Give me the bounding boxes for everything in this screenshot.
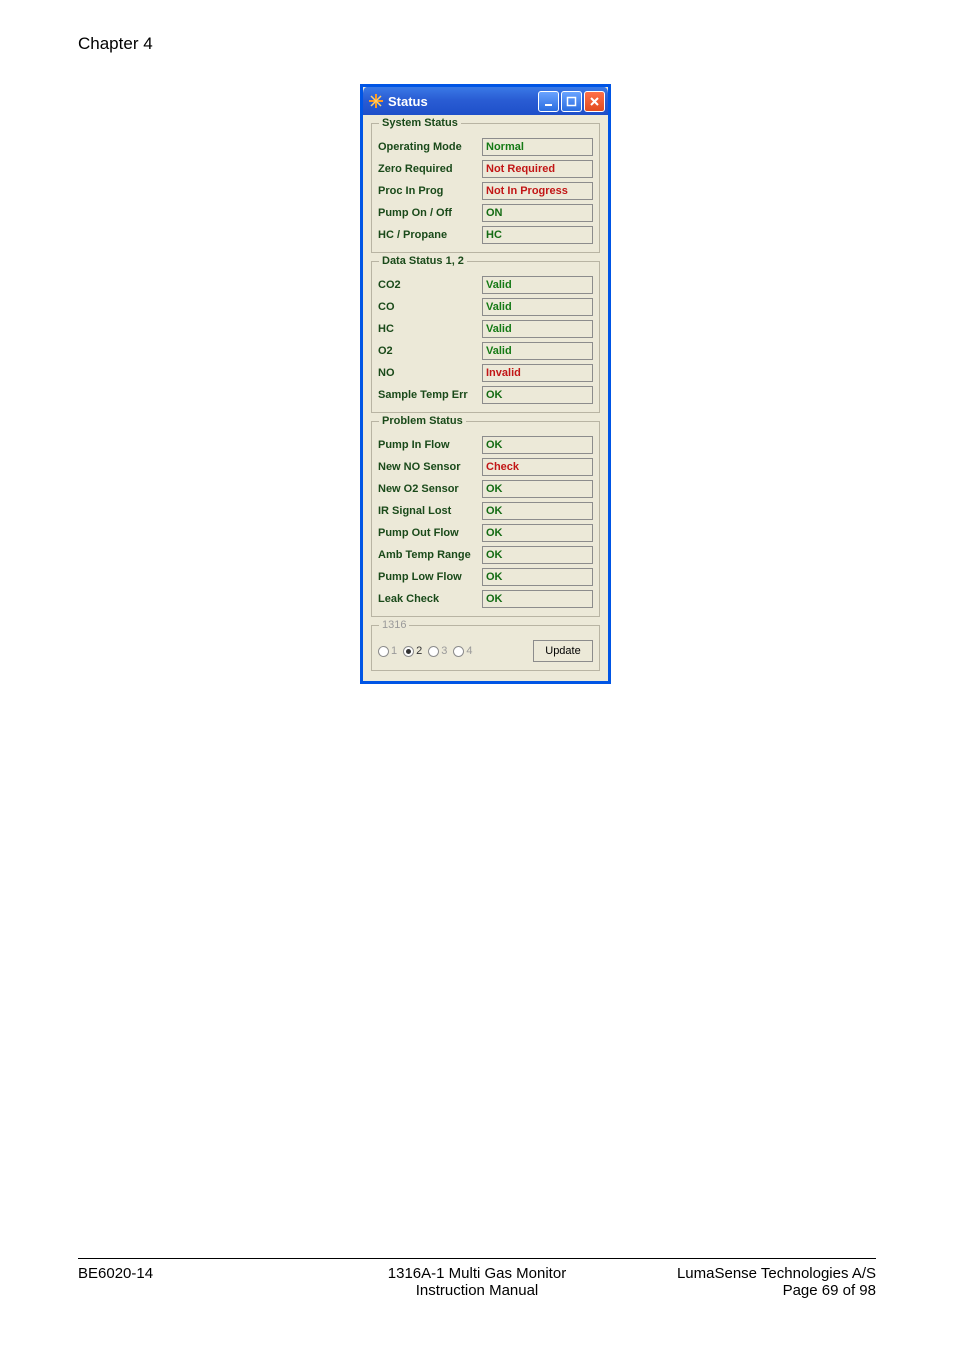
footer-rule — [78, 1258, 876, 1259]
status-value: Valid — [482, 276, 593, 294]
radio-option[interactable]: 4 — [453, 645, 472, 657]
status-window: Status System Status O — [360, 84, 611, 684]
problem-status-group: Problem Status Pump In FlowOKNew NO Sens… — [371, 421, 600, 617]
selector-group: 1316 1234Update — [371, 625, 600, 671]
status-row: Operating Mode Normal — [378, 136, 593, 158]
status-label: Leak Check — [378, 593, 478, 605]
radio-label: 2 — [416, 645, 422, 657]
status-label: New O2 Sensor — [378, 483, 478, 495]
status-label: Operating Mode — [378, 141, 478, 153]
footer-right-line2: Page 69 of 98 — [783, 1282, 876, 1299]
status-value: OK — [482, 568, 593, 586]
status-row: O2 Valid — [378, 340, 593, 362]
window-title: Status — [388, 94, 428, 109]
status-value: HC — [482, 226, 593, 244]
status-row: HC / Propane HC — [378, 224, 593, 246]
status-value: OK — [482, 436, 593, 454]
status-label: IR Signal Lost — [378, 505, 478, 517]
maximize-button[interactable] — [561, 91, 582, 112]
radio-option[interactable]: 2 — [403, 645, 422, 657]
status-row: IR Signal Lost OK — [378, 500, 593, 522]
document-page: Chapter 4 Status — [0, 0, 954, 1350]
window-client: System Status Operating Mode Normal Zero R… — [363, 115, 608, 681]
status-label: Proc In Prog — [378, 185, 478, 197]
status-label: Pump On / Off — [378, 207, 478, 219]
radio-circle-icon — [403, 646, 414, 657]
status-row: Zero Required Not Required — [378, 158, 593, 180]
status-row: Pump Low Flow OK — [378, 566, 593, 588]
status-label: Pump Low Flow — [378, 571, 478, 583]
status-value: Valid — [482, 298, 593, 316]
status-value: Valid — [482, 320, 593, 338]
app-icon — [369, 94, 383, 108]
status-label: Pump In Flow — [378, 439, 478, 451]
status-label: CO2 — [378, 279, 478, 291]
radio-circle-icon — [378, 646, 389, 657]
window-controls — [538, 91, 605, 112]
radio-option[interactable]: 3 — [428, 645, 447, 657]
radio-circle-icon — [428, 646, 439, 657]
status-value: ON — [482, 204, 593, 222]
data-status-group: Data Status 1, 2 CO2ValidCOValidHCValidO… — [371, 261, 600, 413]
status-label: Sample Temp Err — [378, 389, 478, 401]
status-value: Valid — [482, 342, 593, 360]
group-legend: Data Status 1, 2 — [379, 255, 467, 267]
update-button[interactable]: Update — [533, 640, 593, 662]
status-value: Not Required — [482, 160, 593, 178]
status-row: New NO Sensor Check — [378, 456, 593, 478]
status-label: Amb Temp Range — [378, 549, 478, 561]
radio-label: 3 — [441, 645, 447, 657]
group-legend: System Status — [379, 117, 461, 129]
status-row: CO2 Valid — [378, 274, 593, 296]
status-value: OK — [482, 386, 593, 404]
system-status-group: System Status Operating ModeNormalZero R… — [371, 123, 600, 253]
footer-right-line1: LumaSense Technologies A/S — [677, 1265, 876, 1282]
status-label: CO — [378, 301, 478, 313]
status-value: Check — [482, 458, 593, 476]
status-row: Pump Out Flow OK — [378, 522, 593, 544]
group-legend: Problem Status — [379, 415, 466, 427]
status-value: OK — [482, 524, 593, 542]
status-label: O2 — [378, 345, 478, 357]
status-row: Amb Temp Range OK — [378, 544, 593, 566]
status-value: OK — [482, 546, 593, 564]
status-row: Pump In Flow OK — [378, 434, 593, 456]
status-value: OK — [482, 502, 593, 520]
status-row: HC Valid — [378, 318, 593, 340]
status-row: New O2 Sensor OK — [378, 478, 593, 500]
status-label: NO — [378, 367, 478, 379]
status-row: Sample Temp Err OK — [378, 384, 593, 406]
radio-option[interactable]: 1 — [378, 645, 397, 657]
status-label: Pump Out Flow — [378, 527, 478, 539]
radio-label: 4 — [466, 645, 472, 657]
status-label: New NO Sensor — [378, 461, 478, 473]
radio-label: 1 — [391, 645, 397, 657]
status-row: Leak Check OK — [378, 588, 593, 610]
chapter-heading: Chapter 4 — [78, 34, 153, 54]
status-value: Not In Progress — [482, 182, 593, 200]
titlebar[interactable]: Status — [363, 87, 608, 115]
group-legend: 1316 — [379, 619, 409, 631]
status-label: HC / Propane — [378, 229, 478, 241]
status-row: NO Invalid — [378, 362, 593, 384]
minimize-button[interactable] — [538, 91, 559, 112]
footer-right: LumaSense Technologies A/S Page 69 of 98 — [677, 1265, 876, 1299]
status-row: Proc In Prog Not In Progress — [378, 180, 593, 202]
status-value: OK — [482, 480, 593, 498]
footer-center-line1: 1316A-1 Multi Gas Monitor — [388, 1265, 566, 1282]
titlebar-left: Status — [369, 94, 428, 109]
radio-group: 1 2 3 4 Update — [378, 638, 593, 664]
status-value: OK — [482, 590, 593, 608]
status-label: Zero Required — [378, 163, 478, 175]
status-value: Normal — [482, 138, 593, 156]
radio-circle-icon — [453, 646, 464, 657]
status-row: Pump On / Off ON — [378, 202, 593, 224]
status-value: Invalid — [482, 364, 593, 382]
status-row: CO Valid — [378, 296, 593, 318]
close-button[interactable] — [584, 91, 605, 112]
status-label: HC — [378, 323, 478, 335]
